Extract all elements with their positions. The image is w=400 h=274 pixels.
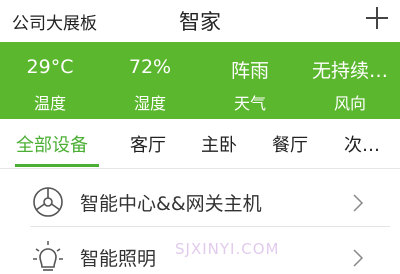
plus-icon[interactable] [364,5,390,31]
tab-master-bedroom[interactable]: 主卧 [201,131,237,157]
weather-condition: 阵雨 天气 [200,42,300,119]
hub-icon [33,187,63,217]
weather-temperature: 29°C 温度 [0,42,100,119]
room-tabs: 全部设备 客厅 主卧 餐厅 次… [0,119,400,169]
watermark: SJXINYI.COM [175,240,280,258]
device-row-hub[interactable]: 智能中心&&网关主机 [30,177,390,227]
weather-panel: 29°C 温度 72% 湿度 阵雨 天气 无持续… 风向 [0,42,400,119]
humidity-value: 72% [128,56,172,78]
condition-value: 阵雨 [230,60,269,82]
weather-wind: 无持续… 风向 [300,42,400,119]
active-tab-indicator [15,164,99,167]
condition-label: 天气 [233,94,266,113]
tab-living-room[interactable]: 客厅 [130,131,166,157]
page-title: 智家 [179,10,221,34]
tab-dining-room[interactable]: 餐厅 [272,131,308,157]
device-label-lighting: 智能照明 [80,248,157,270]
device-label-hub: 智能中心&&网关主机 [80,193,262,215]
tab-more[interactable]: 次… [344,131,380,157]
app-header: 公司大展板 智家 [0,0,400,42]
chevron-right-icon [353,194,364,212]
lightbulb-icon [33,241,63,271]
temperature-label: 温度 [33,94,66,113]
wind-label: 风向 [333,94,366,113]
weather-humidity: 72% 湿度 [100,42,200,119]
temperature-value: 29°C [26,56,74,78]
wind-value: 无持续… [311,60,388,82]
humidity-label: 湿度 [133,94,166,113]
chevron-right-icon [353,249,364,267]
tab-all-devices[interactable]: 全部设备 [16,131,88,157]
